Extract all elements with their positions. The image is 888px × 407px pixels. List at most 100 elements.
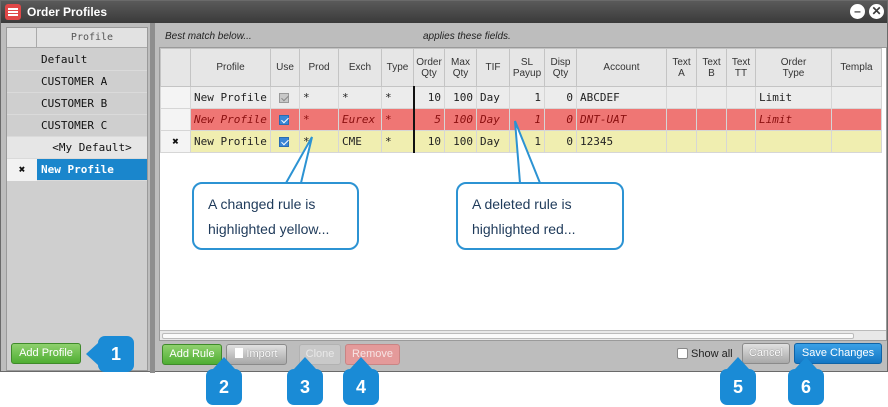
cell-sl-payup[interactable]: 1 bbox=[509, 130, 545, 153]
cell-type[interactable]: * bbox=[381, 86, 415, 109]
row-delete-icon[interactable]: ✖ bbox=[160, 130, 191, 153]
profile-item-new-profile[interactable]: ✖ New Profile bbox=[7, 159, 147, 181]
rules-table: Profile Use Prod Exch Type Order Qty Max Q… bbox=[160, 48, 882, 153]
cell-text-b[interactable] bbox=[696, 108, 727, 131]
profile-item-customer-b[interactable]: CUSTOMER B bbox=[7, 93, 147, 115]
rule-row-deleted[interactable]: New Profile * Eurex * 5 100 Day 1 0 DNT-UAT Limit bbox=[160, 108, 882, 131]
cell-prod[interactable]: * bbox=[299, 130, 339, 153]
step-badge-2: 2 bbox=[206, 357, 242, 405]
col-header[interactable]: Use bbox=[270, 48, 300, 87]
cell-text-a[interactable] bbox=[666, 130, 697, 153]
add-profile-button[interactable]: Add Profile bbox=[11, 343, 81, 364]
col-header[interactable]: Disp Qty bbox=[544, 48, 577, 87]
profile-item-default[interactable]: Default bbox=[7, 49, 147, 71]
cell-profile[interactable]: New Profile bbox=[190, 130, 271, 153]
hint-right: applies these fields. bbox=[423, 31, 511, 42]
close-icon[interactable]: ✕ bbox=[869, 4, 884, 19]
panel-splitter[interactable] bbox=[150, 23, 155, 373]
col-header[interactable]: Order Qty bbox=[413, 48, 445, 87]
col-header[interactable]: Text A bbox=[666, 48, 697, 87]
use-checkbox[interactable] bbox=[279, 115, 289, 125]
col-header[interactable]: Account bbox=[576, 48, 667, 87]
profile-list: Profile Default CUSTOMER A CUSTOMER B CU… bbox=[6, 27, 148, 371]
delete-profile-icon[interactable]: ✖ bbox=[7, 159, 37, 181]
cell-profile[interactable]: New Profile bbox=[190, 108, 271, 131]
cell-sl-payup[interactable]: 1 bbox=[509, 108, 545, 131]
cell-prod[interactable]: * bbox=[299, 108, 339, 131]
cell-order-qty[interactable]: 10 bbox=[413, 130, 445, 153]
cell-tif[interactable]: Day bbox=[476, 108, 510, 131]
col-header[interactable]: SL Payup bbox=[509, 48, 545, 87]
profile-item-customer-a[interactable]: CUSTOMER A bbox=[7, 71, 147, 93]
cell-order-type[interactable] bbox=[755, 130, 832, 153]
scrollbar-thumb[interactable] bbox=[162, 333, 854, 339]
cell-order-type[interactable]: Limit bbox=[755, 108, 832, 131]
cell-disp-qty[interactable]: 0 bbox=[544, 86, 577, 109]
cell-text-a[interactable] bbox=[666, 108, 697, 131]
cell-profile[interactable]: New Profile bbox=[190, 86, 271, 109]
col-header[interactable]: Max Qty bbox=[444, 48, 477, 87]
profile-item-customer-c[interactable]: CUSTOMER C bbox=[7, 115, 147, 137]
changed-callout-line: A changed rule is bbox=[208, 196, 316, 212]
cell-order-qty[interactable]: 10 bbox=[413, 86, 445, 109]
profile-item-label: New Profile bbox=[41, 163, 114, 176]
cell-type[interactable]: * bbox=[381, 108, 415, 131]
cell-text-b[interactable] bbox=[696, 86, 727, 109]
col-header[interactable]: Type bbox=[381, 48, 414, 87]
cell-account[interactable]: DNT-UAT bbox=[576, 108, 667, 131]
cell-max-qty[interactable]: 100 bbox=[444, 130, 477, 153]
step-badge-5: 5 bbox=[720, 357, 756, 405]
use-checkbox[interactable] bbox=[279, 93, 289, 103]
hint-left: Best match below... bbox=[165, 31, 252, 42]
cell-template[interactable] bbox=[831, 108, 882, 131]
cell-tif[interactable]: Day bbox=[476, 86, 510, 109]
cell-exch[interactable]: * bbox=[338, 86, 382, 109]
horizontal-scrollbar[interactable] bbox=[160, 330, 886, 340]
cell-type[interactable]: * bbox=[381, 130, 415, 153]
cell-text-tt[interactable] bbox=[726, 108, 756, 131]
profile-column-header: Profile bbox=[70, 32, 114, 43]
cell-prod[interactable]: * bbox=[299, 86, 339, 109]
cell-sl-payup[interactable]: 1 bbox=[509, 86, 545, 109]
minimize-icon[interactable]: – bbox=[850, 4, 865, 19]
row-delete-icon bbox=[160, 108, 191, 131]
cell-disp-qty[interactable]: 0 bbox=[544, 108, 577, 131]
rule-row-default[interactable]: New Profile * * * 10 100 Day 1 0 ABCDEF Limit bbox=[160, 86, 882, 109]
cell-max-qty[interactable]: 100 bbox=[444, 108, 477, 131]
grid-header-row: Profile Use Prod Exch Type Order Qty Max Q… bbox=[160, 48, 882, 87]
show-all-checkbox[interactable]: Show all bbox=[677, 348, 733, 360]
cell-account[interactable]: ABCDEF bbox=[576, 86, 667, 109]
cell-exch[interactable]: CME bbox=[338, 130, 382, 153]
changed-callout-line: highlighted yellow... bbox=[208, 221, 330, 237]
col-header[interactable]: Order Type bbox=[755, 48, 832, 87]
col-header[interactable]: Prod bbox=[299, 48, 339, 87]
show-all-box[interactable] bbox=[677, 348, 688, 359]
cell-max-qty[interactable]: 100 bbox=[444, 86, 477, 109]
app-menu-icon[interactable] bbox=[5, 4, 21, 20]
col-header[interactable]: Text B bbox=[696, 48, 727, 87]
col-header[interactable]: Text TT bbox=[726, 48, 756, 87]
cell-exch[interactable]: Eurex bbox=[338, 108, 382, 131]
cell-template[interactable] bbox=[831, 86, 882, 109]
col-header[interactable]: Profile bbox=[190, 48, 271, 87]
cell-text-a[interactable] bbox=[666, 86, 697, 109]
cell-disp-qty[interactable]: 0 bbox=[544, 130, 577, 153]
cell-text-tt[interactable] bbox=[726, 86, 756, 109]
cell-tif[interactable]: Day bbox=[476, 130, 510, 153]
cell-account[interactable]: 12345 bbox=[576, 130, 667, 153]
col-header[interactable]: TIF bbox=[476, 48, 510, 87]
import-button[interactable]: Import bbox=[226, 344, 287, 365]
rule-row-changed[interactable]: ✖ New Profile * CME * 10 100 Day 1 0 12345 bbox=[160, 130, 882, 153]
cell-template[interactable] bbox=[831, 130, 882, 153]
profile-list-header: Profile bbox=[7, 28, 147, 48]
col-header[interactable]: Exch bbox=[338, 48, 382, 87]
cell-order-type[interactable]: Limit bbox=[755, 86, 832, 109]
profile-item-my-default[interactable]: <My Default> bbox=[7, 137, 147, 159]
cell-use bbox=[270, 130, 300, 153]
cell-text-b[interactable] bbox=[696, 130, 727, 153]
col-header[interactable]: Templa bbox=[831, 48, 882, 87]
use-checkbox[interactable] bbox=[279, 137, 289, 147]
cancel-button[interactable]: Cancel bbox=[742, 343, 790, 364]
cell-text-tt[interactable] bbox=[726, 130, 756, 153]
cell-order-qty[interactable]: 5 bbox=[413, 108, 445, 131]
